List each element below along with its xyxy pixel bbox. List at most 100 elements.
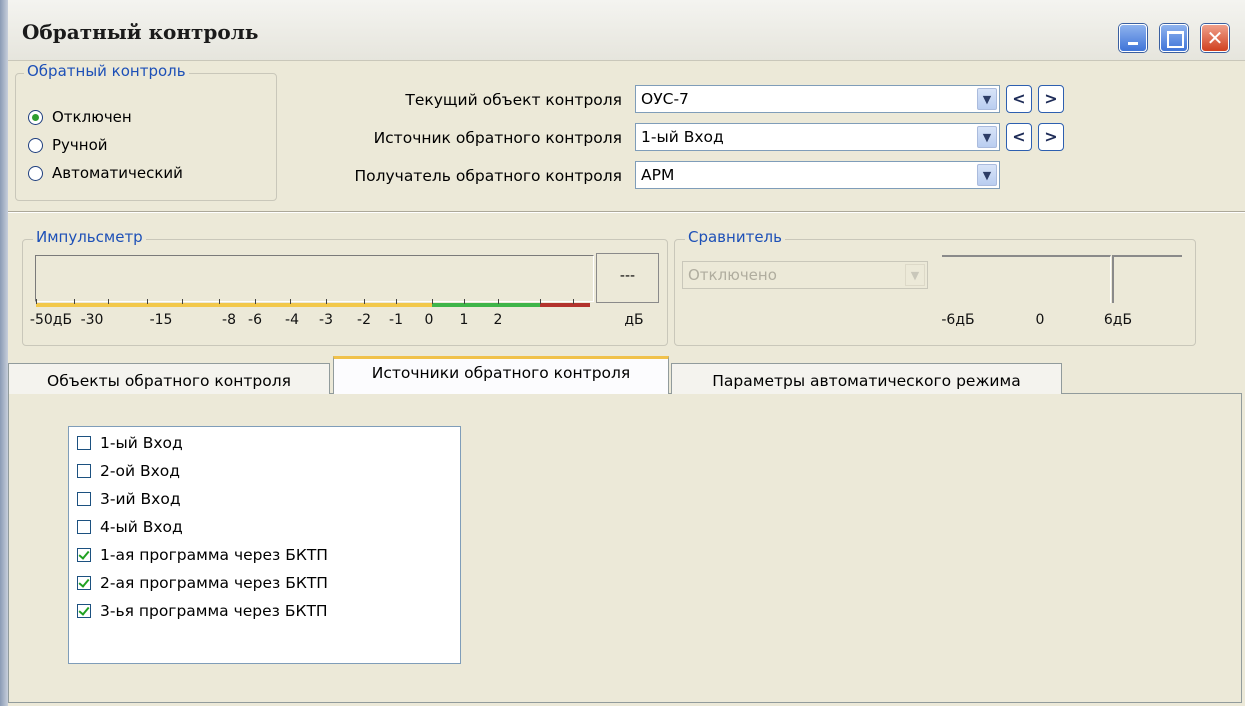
comparator-state-combo[interactable]: Отключено ▼	[682, 261, 928, 289]
source-item[interactable]: 1-ый Вход	[77, 431, 183, 455]
scale-tick	[147, 299, 148, 304]
sources-checklist[interactable]: 1-ый Вход 2-ой Вход 3-ий Вход 4-ый Вход 1-ая…	[68, 426, 461, 664]
current-object-combo[interactable]: ОУС-7 ▼	[635, 85, 1000, 113]
scale-tick	[74, 299, 75, 304]
source-value: 1-ый Вход	[641, 128, 724, 146]
scale-tick	[540, 299, 541, 304]
scale-zone-high	[540, 303, 590, 307]
scale-tick	[182, 299, 183, 304]
maximize-button[interactable]	[1160, 24, 1188, 52]
radio-manual-indicator[interactable]	[28, 137, 43, 153]
source-combo[interactable]: 1-ый Вход ▼	[635, 123, 1000, 151]
scale-label: 2	[493, 312, 503, 328]
scale-label: -8	[222, 312, 236, 328]
close-button[interactable]: ✕	[1201, 24, 1229, 52]
source-checkbox[interactable]	[77, 464, 91, 478]
scale-label: 1	[459, 312, 469, 328]
scale-tick	[219, 299, 220, 304]
radio-manual[interactable]: Ручной	[28, 132, 108, 158]
scale-tick	[290, 299, 291, 304]
scale-label: -1	[389, 312, 403, 328]
scale-label: -6	[248, 312, 262, 328]
scale-label: -15	[149, 312, 173, 328]
scale-label: -50дБ	[29, 312, 73, 328]
tab-automatic-params[interactable]: Параметры автоматического режима	[671, 363, 1062, 394]
scale-tick	[573, 299, 574, 304]
source-label: 4-ый Вход	[100, 518, 183, 536]
source-checkbox[interactable]	[77, 604, 91, 618]
client-area: Обратный контроль Отключен Ручной Автома…	[8, 61, 1245, 706]
tab-objects[interactable]: Объекты обратного контроля	[8, 363, 330, 394]
pulse-meter-unit: дБ	[624, 312, 644, 328]
radio-automatic[interactable]: Автоматический	[28, 160, 183, 186]
scale-tick	[432, 299, 433, 304]
receiver-label: Получатель обратного контроля	[354, 167, 622, 185]
scale-zone-mid	[432, 303, 540, 307]
source-item[interactable]: 1-ая программа через БКТП	[77, 543, 328, 567]
radio-automatic-label: Автоматический	[52, 164, 183, 182]
source-item[interactable]: 2-ая программа через БКТП	[77, 571, 328, 595]
scale-tick	[364, 299, 365, 304]
source-label: 1-ая программа через БКТП	[100, 546, 328, 564]
comparator-legend: Сравнитель	[685, 228, 785, 246]
comparator-state-value: Отключено	[688, 266, 777, 284]
source-checkbox[interactable]	[77, 436, 91, 450]
comparator-scale-min: -6дБ	[941, 312, 975, 328]
feedback-control-window: Обратный контроль ✕ Обратный контроль От…	[0, 0, 1245, 706]
scale-label: -3	[319, 312, 333, 328]
tab-sources[interactable]: Источники обратного контроля	[333, 356, 669, 394]
source-prev-button[interactable]: <	[1006, 123, 1032, 151]
current-object-label: Текущий объект контроля	[405, 91, 622, 109]
source-next-button[interactable]: >	[1038, 123, 1064, 151]
radio-off-indicator[interactable]	[28, 109, 43, 125]
radio-off-label: Отключен	[52, 108, 132, 126]
minimize-button[interactable]	[1119, 24, 1147, 52]
current-object-prev-button[interactable]: <	[1006, 85, 1032, 113]
pulse-meter-readout-box: ---	[596, 253, 659, 303]
comparator-scale-zero: 0	[1035, 312, 1045, 328]
chevron-down-icon[interactable]: ▼	[977, 88, 997, 110]
scale-zone-low	[36, 303, 432, 307]
mode-group-legend: Обратный контроль	[24, 62, 189, 80]
window-title: Обратный контроль	[22, 20, 259, 44]
source-checkbox[interactable]	[77, 576, 91, 590]
source-label: 2-ой Вход	[100, 462, 180, 480]
source-item[interactable]: 4-ый Вход	[77, 515, 183, 539]
mode-groupbox: Обратный контроль Отключен Ручной Автома…	[15, 62, 277, 201]
pulse-meter-legend: Импульсметр	[33, 228, 146, 246]
chevron-down-icon[interactable]: ▼	[977, 126, 997, 148]
comparator-left-bar	[942, 255, 1111, 303]
scale-tick	[396, 299, 397, 304]
source-checkbox[interactable]	[77, 492, 91, 506]
scale-tick	[498, 299, 499, 304]
scale-tick	[108, 299, 109, 304]
radio-off[interactable]: Отключен	[28, 104, 132, 130]
chevron-down-icon[interactable]: ▼	[977, 164, 997, 186]
radio-automatic-indicator[interactable]	[28, 165, 43, 181]
scale-tick	[326, 299, 327, 304]
source-checkbox[interactable]	[77, 548, 91, 562]
source-item[interactable]: 3-ья программа через БКТП	[77, 599, 328, 623]
pulse-meter-bar	[35, 255, 594, 302]
source-label: 3-ья программа через БКТП	[100, 602, 328, 620]
window-left-border	[0, 0, 8, 706]
close-icon: ✕	[1206, 26, 1224, 50]
source-label: 3-ий Вход	[100, 490, 181, 508]
title-bar[interactable]: Обратный контроль ✕	[0, 0, 1245, 61]
source-label: Источник обратного контроля	[373, 129, 622, 147]
comparator-scale-max: 6дБ	[1103, 312, 1133, 328]
source-item[interactable]: 2-ой Вход	[77, 459, 180, 483]
scale-tick	[36, 299, 37, 304]
source-item[interactable]: 3-ий Вход	[77, 487, 181, 511]
scale-label: 0	[424, 312, 434, 328]
scale-label: -4	[285, 312, 299, 328]
source-checkbox[interactable]	[77, 520, 91, 534]
chevron-down-icon[interactable]: ▼	[905, 264, 925, 286]
radio-manual-label: Ручной	[52, 136, 108, 154]
current-object-next-button[interactable]: >	[1038, 85, 1064, 113]
scale-tick	[464, 299, 465, 304]
receiver-value: АРМ	[641, 166, 675, 184]
scale-label: -2	[357, 312, 371, 328]
top-separator	[8, 211, 1245, 213]
receiver-combo[interactable]: АРМ ▼	[635, 161, 1000, 189]
